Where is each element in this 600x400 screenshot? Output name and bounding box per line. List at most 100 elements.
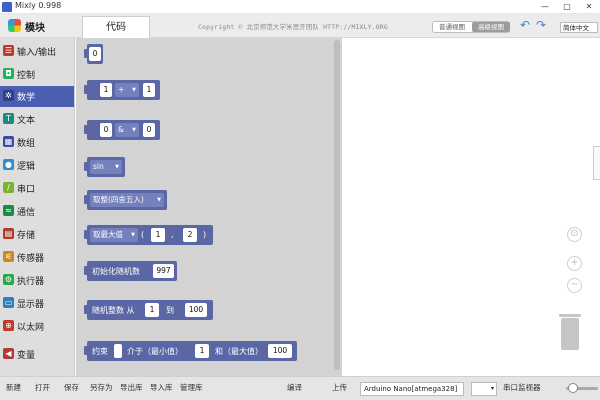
import-lib-button[interactable]: 导入库 xyxy=(150,382,173,393)
redo-icon[interactable]: ↷ xyxy=(536,18,546,32)
maximize-button[interactable]: ▢ xyxy=(556,0,578,14)
minmax-block[interactable]: 取最大值 ▼ ( 1 , 2 ) xyxy=(84,225,213,245)
arith-operator-dropdown[interactable]: + ▼ xyxy=(115,83,139,97)
display-icon: ▭ xyxy=(3,297,14,308)
bitwise-b-field[interactable]: 0 xyxy=(143,123,155,137)
minmax-separator: , xyxy=(171,230,174,239)
bitwise-block[interactable]: 0 & ▼ 0 xyxy=(84,120,160,140)
chevron-down-icon: ▼ xyxy=(132,127,136,133)
manage-lib-button[interactable]: 管理库 xyxy=(180,382,203,393)
zoom-out-icon[interactable]: − xyxy=(567,278,582,293)
sidebar-item-label: 文本 xyxy=(17,116,36,126)
chevron-down-icon: ▼ xyxy=(132,87,136,93)
locate-center-icon[interactable]: ⊙ xyxy=(567,227,582,242)
arith-b-field[interactable]: 1 xyxy=(143,83,155,97)
minmax-function-dropdown[interactable]: 取最大值 ▼ xyxy=(90,228,138,242)
sidebar-item-sensor[interactable]: ⚟ 传感器 xyxy=(0,247,74,268)
serial-icon: / xyxy=(3,182,14,193)
arith-a-field[interactable]: 1 xyxy=(100,83,112,97)
board-select[interactable]: Arduino Nano[atmega328] xyxy=(360,382,464,396)
language-select[interactable]: 简体中文 xyxy=(560,22,598,33)
storage-icon: ▤ xyxy=(3,228,14,239)
sidebar-item-serial[interactable]: / 串口 xyxy=(0,178,74,199)
minmax-open-paren: ( xyxy=(141,230,145,239)
minimize-button[interactable]: — xyxy=(534,0,556,14)
trash-icon[interactable] xyxy=(559,314,581,350)
sidebar-item-control[interactable]: ◘ 控制 xyxy=(0,64,74,85)
arithmetic-block[interactable]: 1 + ▼ 1 xyxy=(84,80,160,100)
tab-code[interactable]: 代码 xyxy=(82,16,150,38)
sidebar-item-variable[interactable]: ◀ 变量 xyxy=(0,344,74,365)
undo-icon[interactable]: ↶ xyxy=(520,18,530,32)
trig-function-dropdown[interactable]: sin ▼ xyxy=(90,160,122,174)
new-button[interactable]: 新建 xyxy=(6,382,21,393)
random-int-block[interactable]: 随机整数 从 1 到 100 xyxy=(84,300,213,320)
zoom-slider[interactable] xyxy=(566,383,598,393)
sidebar-item-label: 逻辑 xyxy=(17,162,36,172)
mixly-app-icon xyxy=(2,2,12,12)
window-title: Mixly 0.998 xyxy=(15,1,62,10)
sidebar-item-display[interactable]: ▭ 显示器 xyxy=(0,293,74,314)
random-seed-field[interactable]: 997 xyxy=(153,264,174,278)
constrain-max-field[interactable]: 100 xyxy=(268,344,292,358)
io-icon: ☰ xyxy=(3,45,14,56)
upload-button[interactable]: 上传 xyxy=(332,382,347,393)
compile-button[interactable]: 编译 xyxy=(287,382,302,393)
category-sidebar: ☰ 输入/输出 ◘ 控制 ✲ 数学 T 文本 ▦ 数组 ● 逻辑 / 串口 ≈ 通信 ▤ 存储 ⚟… xyxy=(0,38,75,376)
bottom-toolbar: 新建 打开 保存 另存为 导出库 导入库 管理库 编译 上传 Arduino N… xyxy=(0,376,600,400)
sidebar-item-label: 通信 xyxy=(17,208,36,218)
blocks-workspace[interactable]: ⊙ + − xyxy=(342,38,600,376)
open-button[interactable]: 打开 xyxy=(35,382,50,393)
random-int-label: 随机整数 从 xyxy=(92,306,135,315)
random-seed-block[interactable]: 初始化随机数 997 xyxy=(84,261,177,281)
sidebar-item-label: 输入/输出 xyxy=(17,48,57,58)
constrain-max-label: 和（最大值） xyxy=(215,347,263,356)
number-field[interactable]: 0 xyxy=(89,47,101,61)
comm-icon: ≈ xyxy=(3,205,14,216)
flyout-scrollbar[interactable] xyxy=(334,40,340,370)
sidebar-item-storage[interactable]: ▤ 存储 xyxy=(0,224,74,245)
slider-knob[interactable] xyxy=(568,383,578,393)
bitwise-operator-label: & xyxy=(118,125,124,134)
trig-block[interactable]: sin ▼ xyxy=(84,157,125,177)
constrain-block[interactable]: 约束 介于（最小值） 1 和（最大值） 100 xyxy=(84,341,297,361)
advanced-view-button[interactable]: 高级视图 xyxy=(472,22,510,32)
sidebar-item-logic[interactable]: ● 逻辑 xyxy=(0,155,74,176)
export-lib-button[interactable]: 导出库 xyxy=(120,382,143,393)
constrain-min-field[interactable]: 1 xyxy=(195,344,209,358)
round-function-label: 取整(四舍五入) xyxy=(93,195,144,204)
constrain-label: 约束 xyxy=(92,347,108,356)
zoom-in-icon[interactable]: + xyxy=(567,256,582,271)
random-from-field[interactable]: 1 xyxy=(145,303,159,317)
save-button[interactable]: 保存 xyxy=(64,382,79,393)
save-as-button[interactable]: 另存为 xyxy=(90,382,113,393)
sidebar-item-label: 执行器 xyxy=(17,277,45,287)
sidebar-item-label: 存储 xyxy=(17,231,36,241)
sidebar-item-array[interactable]: ▦ 数组 xyxy=(0,132,74,153)
math-icon: ✲ xyxy=(3,90,14,101)
random-to-field[interactable]: 100 xyxy=(185,303,207,317)
port-select[interactable]: ▾ xyxy=(471,382,497,396)
minmax-b-field[interactable]: 2 xyxy=(183,228,197,242)
normal-view-button[interactable]: 普通视图 xyxy=(433,22,471,32)
sidebar-item-comm[interactable]: ≈ 通信 xyxy=(0,201,74,222)
expand-panel-handle[interactable] xyxy=(593,146,600,180)
constrain-value-slot[interactable] xyxy=(114,344,122,358)
serial-monitor-button[interactable]: 串口监视器 xyxy=(503,382,541,393)
copyright-text: Copyright © 北京师范大学米思齐团队 HTTP://MIXLY.ORG xyxy=(198,23,388,31)
sidebar-item-ethernet[interactable]: ⊕ 以太网 xyxy=(0,316,74,337)
sidebar-item-math[interactable]: ✲ 数学 xyxy=(0,86,74,107)
round-block[interactable]: 取整(四舍五入) ▼ xyxy=(84,190,167,210)
sidebar-item-io[interactable]: ☰ 输入/输出 xyxy=(0,41,74,62)
sidebar-item-label: 串口 xyxy=(17,185,36,195)
sidebar-item-actuator[interactable]: ⚙ 执行器 xyxy=(0,270,74,291)
sidebar-item-label: 以太网 xyxy=(17,323,45,333)
tab-blocks[interactable]: 模块 xyxy=(0,14,80,38)
bitwise-operator-dropdown[interactable]: & ▼ xyxy=(115,123,139,137)
number-block[interactable]: 0 xyxy=(84,44,103,64)
bitwise-a-field[interactable]: 0 xyxy=(100,123,112,137)
minmax-a-field[interactable]: 1 xyxy=(151,228,165,242)
sidebar-item-text[interactable]: T 文本 xyxy=(0,109,74,130)
close-button[interactable]: ✕ xyxy=(578,0,600,14)
round-function-dropdown[interactable]: 取整(四舍五入) ▼ xyxy=(90,193,164,207)
